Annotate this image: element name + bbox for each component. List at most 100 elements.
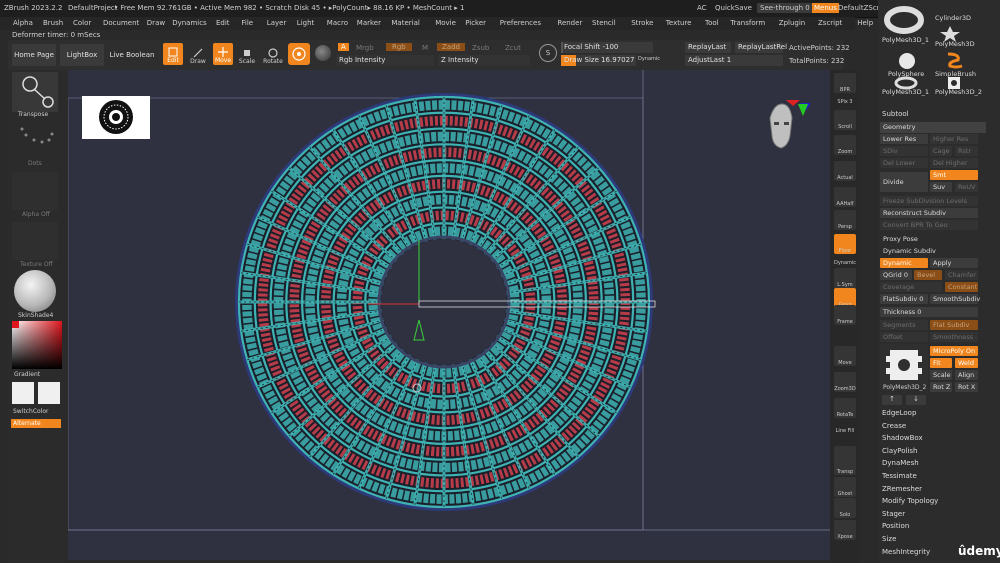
- tool-thumb-polymesh3d-1[interactable]: PolyMesh3D_1: [882, 36, 929, 44]
- section-stager[interactable]: Stager: [882, 510, 905, 518]
- torus-small-icon[interactable]: [892, 76, 920, 92]
- draw-size-slider[interactable]: Draw Size 16.97027: [561, 55, 636, 66]
- material-sphere-icon[interactable]: [315, 45, 331, 61]
- menu-macro[interactable]: Macro: [327, 19, 348, 27]
- section-dynamesh[interactable]: DynaMesh: [882, 459, 919, 467]
- segments-slider[interactable]: Segments: [880, 320, 928, 330]
- menu-light[interactable]: Light: [297, 19, 314, 27]
- menu-stencil[interactable]: Stencil: [592, 19, 616, 27]
- navigation-head-icon[interactable]: [760, 100, 812, 160]
- weld-toggle[interactable]: Weld: [955, 358, 978, 368]
- replaylastrel-button[interactable]: ReplayLastRel: [735, 42, 787, 53]
- lightbox-button[interactable]: LightBox: [60, 44, 104, 66]
- shelf-xpose[interactable]: Xpose: [834, 520, 856, 540]
- section-edgeloop[interactable]: EdgeLoop: [882, 409, 916, 417]
- constant-toggle[interactable]: Constant: [945, 282, 978, 292]
- project-name[interactable]: DefaultProject: [68, 4, 118, 12]
- micropoly-tool-icon[interactable]: [942, 76, 966, 92]
- menu-file[interactable]: File: [241, 19, 253, 27]
- live-boolean-button[interactable]: Live Boolean: [108, 44, 156, 66]
- shelf-zoom3d[interactable]: Zoom3D: [834, 372, 856, 392]
- menu-movie[interactable]: Movie: [435, 19, 456, 27]
- home-page-button[interactable]: Home Page: [12, 44, 56, 66]
- dots-stroke-icon[interactable]: [16, 125, 56, 155]
- qgrid-slider[interactable]: QGrid 0: [880, 270, 912, 280]
- alpha-slot[interactable]: [12, 172, 58, 210]
- section-meshintegrity[interactable]: MeshIntegrity: [882, 548, 930, 556]
- shelf-line-fill[interactable]: Line Fill: [834, 424, 856, 434]
- menu-brush[interactable]: Brush: [43, 19, 63, 27]
- rgb-toggle[interactable]: Rgb: [386, 43, 412, 51]
- shelf-move[interactable]: Move: [834, 346, 856, 366]
- menu-texture[interactable]: Texture: [666, 19, 692, 27]
- star-tool-icon[interactable]: [938, 26, 962, 44]
- section-size[interactable]: Size: [882, 535, 896, 543]
- color-picker[interactable]: [12, 321, 62, 369]
- arrow-down-icon[interactable]: ↓: [906, 395, 926, 405]
- dynamic-subdiv-header[interactable]: Dynamic Subdiv: [880, 246, 978, 256]
- menu-edit[interactable]: Edit: [216, 19, 230, 27]
- rgb-intensity-slider[interactable]: Rgb Intensity: [336, 55, 434, 66]
- reuv-toggle[interactable]: ReUV: [955, 182, 978, 192]
- secondary-color-swatch[interactable]: [38, 382, 60, 404]
- zcut-toggle[interactable]: Zcut: [505, 44, 521, 52]
- main-color-swatch[interactable]: [12, 382, 34, 404]
- offset-slider[interactable]: Offset: [880, 332, 928, 342]
- bevel-toggle[interactable]: Bevel: [914, 270, 942, 280]
- simplebrush-icon[interactable]: [942, 52, 966, 72]
- reconstruct-subdiv-button[interactable]: Reconstruct Subdiv: [880, 208, 978, 218]
- menu-dynamics[interactable]: Dynamics: [172, 19, 207, 27]
- proxy-pose-button[interactable]: Proxy Pose: [880, 234, 978, 244]
- thickness-slider[interactable]: Thickness 0: [880, 307, 978, 317]
- section-shadowbox[interactable]: ShadowBox: [882, 434, 923, 442]
- menu-picker[interactable]: Picker: [465, 19, 486, 27]
- menu-zplugin[interactable]: Zplugin: [779, 19, 805, 27]
- move-mode-button[interactable]: Move: [213, 43, 233, 65]
- shelf-frame[interactable]: Frame: [834, 305, 856, 325]
- del-lower-button[interactable]: Del Lower: [880, 158, 928, 168]
- section-tessimate[interactable]: Tessimate: [882, 472, 917, 480]
- subtool-header[interactable]: Subtool: [882, 110, 909, 118]
- switchcolor-button[interactable]: SwitchColor: [13, 408, 49, 415]
- convert-bpr-button[interactable]: Convert BPR To Geo: [880, 220, 978, 230]
- navigator-thumbnail[interactable]: [82, 96, 150, 139]
- flat-subdiv-toggle[interactable]: Flat Subdiv: [930, 320, 978, 330]
- scale-mode-button[interactable]: Scale: [238, 43, 256, 65]
- cage-button[interactable]: Cage: [930, 146, 952, 156]
- see-through-slider[interactable]: See-through 0: [757, 3, 813, 13]
- smoothsubdiv-slider[interactable]: SmoothSubdiv: [930, 294, 980, 304]
- menu-render[interactable]: Render: [557, 19, 582, 27]
- gizmo-button[interactable]: [288, 43, 310, 65]
- shelf-bpr[interactable]: BPR: [834, 73, 856, 93]
- menu-transform[interactable]: Transform: [730, 19, 765, 27]
- lower-res-button[interactable]: Lower Res: [880, 134, 928, 144]
- menu-layer[interactable]: Layer: [267, 19, 287, 27]
- shelf-floor[interactable]: Floor: [834, 234, 856, 254]
- edit-mode-button[interactable]: Edit: [163, 43, 183, 65]
- stroke-s-icon[interactable]: S: [539, 44, 557, 62]
- shelf-scroll[interactable]: Scroll: [834, 110, 856, 130]
- z-intensity-slider[interactable]: Z Intensity: [438, 55, 530, 66]
- mp-align-button[interactable]: Align: [955, 370, 978, 380]
- shelf-aahalf[interactable]: AAHalf: [834, 187, 856, 207]
- menus-toggle[interactable]: Menus: [812, 3, 839, 13]
- mrgb-toggle[interactable]: Mrgb: [356, 44, 374, 52]
- zadd-toggle[interactable]: Zadd: [437, 43, 465, 51]
- apply-button[interactable]: Apply: [930, 258, 978, 268]
- dynamic-toggle[interactable]: Dynamic: [880, 258, 928, 268]
- shelf-persp[interactable]: Persp: [834, 210, 856, 230]
- smoothness-slider[interactable]: Smoothness: [930, 332, 978, 342]
- section-claypolish[interactable]: ClayPolish: [882, 447, 918, 455]
- menu-zscript[interactable]: Zscript: [818, 19, 842, 27]
- menu-stroke[interactable]: Stroke: [631, 19, 653, 27]
- menu-tool[interactable]: Tool: [705, 19, 719, 27]
- torus-mesh[interactable]: [67, 70, 830, 560]
- m-toggle[interactable]: M: [422, 44, 428, 52]
- material-preview-icon[interactable]: [14, 270, 56, 312]
- menu-material[interactable]: Material: [391, 19, 419, 27]
- shelf-rotate[interactable]: RotaTe: [834, 398, 856, 418]
- section-modify-topology[interactable]: Modify Topology: [882, 497, 938, 505]
- focal-shift-slider[interactable]: Focal Shift -100: [561, 42, 653, 53]
- shelf-transp[interactable]: Transp: [834, 455, 856, 475]
- mp-scale-slider[interactable]: Scale: [930, 370, 952, 380]
